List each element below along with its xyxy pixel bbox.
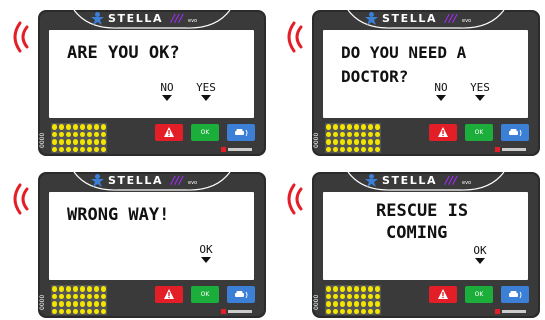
brand-suffix: evo bbox=[462, 180, 472, 186]
brand-suffix: evo bbox=[188, 18, 198, 24]
signal-waves-icon bbox=[287, 183, 303, 215]
option-ok: OK bbox=[199, 243, 213, 256]
car-signal-icon bbox=[509, 291, 522, 299]
option-ok: OK bbox=[473, 244, 487, 257]
signal-waves-icon bbox=[287, 21, 303, 53]
serial-number: 0000 bbox=[39, 132, 46, 148]
warning-triangle-icon bbox=[438, 127, 448, 137]
display-screen: DO YOU NEED A DOCTOR? NO YES bbox=[323, 30, 528, 118]
maker-logo-icon bbox=[221, 309, 252, 314]
panel-wrong-way: STELLA /// evo WRONG WAY! OK 0000 OK bbox=[0, 162, 271, 320]
option-yes: YES bbox=[196, 81, 216, 94]
option-no-arrow-icon[interactable] bbox=[436, 95, 446, 101]
maker-logo-icon bbox=[221, 147, 252, 152]
warning-button[interactable] bbox=[155, 124, 183, 141]
option-yes-arrow-icon[interactable] bbox=[201, 95, 211, 101]
option-no-arrow-icon[interactable] bbox=[162, 95, 172, 101]
signal-waves-icon bbox=[13, 21, 29, 53]
stella-logo-icon bbox=[91, 174, 104, 187]
stella-logo-icon bbox=[365, 12, 378, 25]
ok-button[interactable]: OK bbox=[191, 286, 219, 303]
ok-button[interactable]: OK bbox=[465, 124, 493, 141]
message-line: DO YOU NEED A bbox=[341, 43, 467, 62]
stella-device: STELLA /// evo DO YOU NEED A DOCTOR? NO … bbox=[312, 10, 540, 156]
brand-stripes: /// bbox=[445, 12, 458, 25]
brand-name: STELLA bbox=[382, 12, 438, 25]
led-matrix bbox=[51, 285, 107, 315]
panel-need-doctor: STELLA /// evo DO YOU NEED A DOCTOR? NO … bbox=[274, 0, 545, 158]
serial-number: 0000 bbox=[313, 132, 320, 148]
stella-device: STELLA /// evo WRONG WAY! OK 0000 OK bbox=[38, 172, 266, 318]
brand-stripes: /// bbox=[445, 174, 458, 187]
display-screen: ARE YOU OK? NO YES bbox=[49, 30, 254, 118]
brand-suffix: evo bbox=[188, 180, 198, 186]
car-button[interactable] bbox=[227, 124, 255, 141]
ok-button[interactable]: OK bbox=[191, 124, 219, 141]
brand-name: STELLA bbox=[382, 174, 438, 187]
option-no: NO bbox=[434, 81, 448, 94]
car-button[interactable] bbox=[501, 124, 529, 141]
message-line: ARE YOU OK? bbox=[67, 43, 180, 63]
message-line: RESCUE IS bbox=[376, 201, 469, 221]
option-no: NO bbox=[160, 81, 174, 94]
brand-name: STELLA bbox=[108, 174, 164, 187]
warning-triangle-icon bbox=[164, 289, 174, 299]
message-line: DOCTOR? bbox=[341, 67, 409, 86]
serial-number: 0000 bbox=[313, 294, 320, 310]
display-screen: WRONG WAY! OK bbox=[49, 192, 254, 280]
car-button[interactable] bbox=[501, 286, 529, 303]
option-ok-arrow-icon[interactable] bbox=[475, 258, 485, 264]
car-signal-icon bbox=[509, 129, 522, 137]
option-yes: YES bbox=[470, 81, 490, 94]
brand-suffix: evo bbox=[462, 18, 472, 24]
led-matrix bbox=[51, 123, 107, 153]
maker-logo-icon bbox=[495, 309, 526, 314]
stella-logo-icon bbox=[365, 174, 378, 187]
option-yes-arrow-icon[interactable] bbox=[475, 95, 485, 101]
brand-name: STELLA bbox=[108, 12, 164, 25]
brand-stripes: /// bbox=[171, 12, 184, 25]
ok-button[interactable]: OK bbox=[465, 286, 493, 303]
option-ok-arrow-icon[interactable] bbox=[201, 257, 211, 263]
warning-button[interactable] bbox=[429, 124, 457, 141]
serial-number: 0000 bbox=[39, 294, 46, 310]
signal-waves-icon bbox=[13, 183, 29, 215]
car-signal-icon bbox=[235, 129, 248, 137]
panel-rescue-coming: STELLA /// evo RESCUE IS COMING OK 0000 … bbox=[274, 162, 545, 320]
car-signal-icon bbox=[235, 291, 248, 299]
car-button[interactable] bbox=[227, 286, 255, 303]
display-screen: RESCUE IS COMING OK bbox=[323, 192, 528, 280]
stella-logo-icon bbox=[91, 12, 104, 25]
warning-button[interactable] bbox=[155, 286, 183, 303]
stella-device: STELLA /// evo ARE YOU OK? NO YES 0000 O… bbox=[38, 10, 266, 156]
message-line: WRONG WAY! bbox=[67, 205, 170, 225]
warning-triangle-icon bbox=[438, 289, 448, 299]
led-matrix bbox=[325, 123, 381, 153]
stella-device: STELLA /// evo RESCUE IS COMING OK 0000 … bbox=[312, 172, 540, 318]
warning-button[interactable] bbox=[429, 286, 457, 303]
warning-triangle-icon bbox=[164, 127, 174, 137]
maker-logo-icon bbox=[495, 147, 526, 152]
panel-are-you-ok: STELLA /// evo ARE YOU OK? NO YES 0000 O… bbox=[0, 0, 271, 158]
brand-stripes: /// bbox=[171, 174, 184, 187]
led-matrix bbox=[325, 285, 381, 315]
message-line: COMING bbox=[386, 223, 448, 243]
